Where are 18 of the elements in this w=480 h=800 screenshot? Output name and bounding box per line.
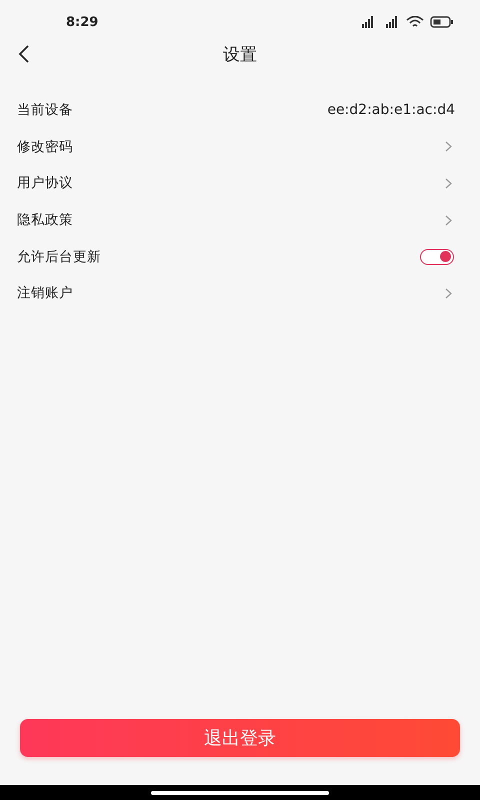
toggle-switch[interactable] bbox=[420, 248, 454, 265]
setting-label[interactable]: 允许后台更新 bbox=[17, 248, 101, 266]
setting-label[interactable]: 用户协议 bbox=[17, 174, 73, 192]
wifi-icon bbox=[406, 16, 424, 28]
setting-label[interactable]: 修改密码 bbox=[17, 138, 73, 156]
chevron-right-icon[interactable] bbox=[445, 141, 452, 152]
setting-label[interactable]: 隐私政策 bbox=[17, 211, 73, 230]
back-icon[interactable] bbox=[18, 45, 30, 63]
chevron-right-icon[interactable] bbox=[445, 288, 452, 299]
chevron-right-icon[interactable] bbox=[445, 178, 452, 189]
page-title: 设置 bbox=[223, 44, 257, 66]
status-time: 8:29 bbox=[66, 14, 98, 30]
battery-icon bbox=[430, 16, 454, 28]
setting-label[interactable]: 注销账户 bbox=[17, 284, 73, 302]
setting-label: 当前设备 bbox=[17, 101, 73, 120]
chevron-right-icon[interactable] bbox=[445, 214, 452, 226]
home-indicator[interactable] bbox=[151, 790, 329, 794]
device-id: ee:d2:ab:e1:ac:d4 bbox=[327, 102, 455, 118]
